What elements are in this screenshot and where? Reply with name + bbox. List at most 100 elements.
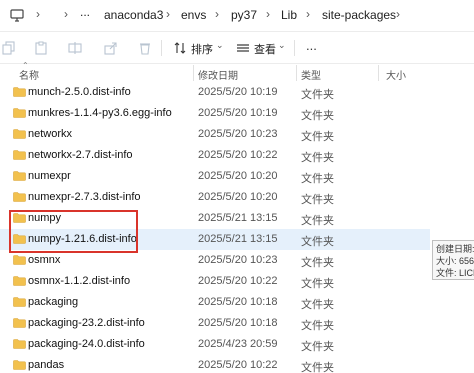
folder-icon xyxy=(13,150,26,160)
column-header-modified[interactable]: 修改日期 xyxy=(198,67,238,82)
file-name: munkres-1.1.4-py3.6.egg-info xyxy=(28,107,172,119)
chevron-right-icon: › xyxy=(36,7,40,21)
file-modified: 2025/5/20 10:22 xyxy=(198,359,278,371)
monitor-icon[interactable] xyxy=(10,9,24,22)
file-modified: 2025/5/20 10:18 xyxy=(198,317,278,329)
list-item[interactable]: packaging-24.0.dist-info 2025/4/23 20:59 文… xyxy=(0,334,430,355)
file-name: osmnx-1.1.2.dist-info xyxy=(28,275,131,287)
list-item[interactable]: numexpr-2.7.3.dist-info 2025/5/20 10:20 文件… xyxy=(0,187,430,208)
file-modified: 2025/5/20 10:20 xyxy=(198,170,278,182)
file-name: pandas xyxy=(28,359,65,371)
file-name: numexpr-2.7.3.dist-info xyxy=(28,191,141,203)
file-modified: 2025/5/20 10:19 xyxy=(198,107,278,119)
tooltip-created: 创建日期: xyxy=(436,244,474,254)
breadcrumb-item-lib[interactable]: Lib xyxy=(281,8,297,22)
file-type: 文件夹 xyxy=(301,362,334,373)
file-type: 文件夹 xyxy=(301,194,334,206)
list-item[interactable]: numexpr 2025/5/20 10:20 文件夹 xyxy=(0,166,430,187)
copy-icon[interactable] xyxy=(2,41,16,55)
view-icon xyxy=(237,44,249,52)
file-type: 文件夹 xyxy=(301,278,334,290)
chevron-right-icon: › xyxy=(396,7,400,21)
file-name: packaging-23.2.dist-info xyxy=(28,317,145,329)
column-divider[interactable] xyxy=(378,65,379,81)
breadcrumb-more[interactable]: ... xyxy=(80,5,90,19)
view-button[interactable]: 查看 xyxy=(254,41,276,57)
folder-icon xyxy=(13,171,26,181)
toolbar-divider xyxy=(161,40,162,56)
file-modified: 2025/5/20 10:23 xyxy=(198,128,278,140)
folder-icon xyxy=(13,339,26,349)
file-type: 文件夹 xyxy=(301,89,334,101)
list-item[interactable]: networkx-2.7.dist-info 2025/5/20 10:22 文件夹 xyxy=(0,145,430,166)
folder-icon xyxy=(13,318,26,328)
breadcrumb-item-anaconda3[interactable]: anaconda3 xyxy=(104,8,163,22)
paste-icon[interactable] xyxy=(34,41,48,55)
file-type: 文件夹 xyxy=(301,152,334,164)
file-name: osmnx xyxy=(28,254,61,266)
tooltip-files: 文件: LICE xyxy=(436,268,474,278)
address-bar: › ... › anaconda3 › envs › py37 › Lib › … xyxy=(0,0,474,32)
chevron-right-icon: › xyxy=(266,7,270,21)
file-type: 文件夹 xyxy=(301,341,334,353)
folder-icon xyxy=(13,192,26,202)
annotation-highlight-box xyxy=(9,210,138,253)
rename-icon[interactable] xyxy=(68,41,82,55)
list-item[interactable]: packaging 2025/5/20 10:18 文件夹 xyxy=(0,292,430,313)
file-name: networkx xyxy=(28,128,73,140)
column-divider[interactable] xyxy=(193,65,194,81)
list-item[interactable]: pandas 2025/5/20 10:22 文件夹 xyxy=(0,355,430,373)
breadcrumb-item-py37[interactable]: py37 xyxy=(231,8,257,22)
more-options-button[interactable]: ... xyxy=(306,38,317,53)
folder-icon xyxy=(13,297,26,307)
folder-icon xyxy=(13,108,26,118)
column-divider[interactable] xyxy=(296,65,297,81)
folder-icon xyxy=(13,255,26,265)
share-icon[interactable] xyxy=(104,41,118,55)
column-header-name[interactable]: 名称 xyxy=(19,67,39,82)
file-modified: 2025/5/20 10:22 xyxy=(198,275,278,287)
file-name: munch-2.5.0.dist-info xyxy=(28,86,131,98)
file-modified: 2025/5/20 10:18 xyxy=(198,296,278,308)
list-item[interactable]: packaging-23.2.dist-info 2025/5/20 10:18 文… xyxy=(0,313,430,334)
folder-icon xyxy=(13,276,26,286)
file-type: 文件夹 xyxy=(301,320,334,332)
folder-icon xyxy=(13,360,26,370)
delete-icon[interactable] xyxy=(138,41,152,55)
list-item[interactable]: osmnx 2025/5/20 10:23 文件夹 xyxy=(0,250,430,271)
file-modified: 2025/5/20 10:20 xyxy=(198,191,278,203)
file-modified: 2025/4/23 20:59 xyxy=(198,338,278,350)
file-type: 文件夹 xyxy=(301,110,334,122)
chevron-down-icon: ⌄ xyxy=(278,40,286,50)
chevron-right-icon: › xyxy=(166,7,170,21)
column-header-row: ⌃ 名称 修改日期 类型 大小 xyxy=(0,61,474,82)
folder-icon xyxy=(13,87,26,97)
sort-icon xyxy=(174,42,186,54)
file-modified: 2025/5/21 13:15 xyxy=(198,212,278,224)
file-modified: 2025/5/21 13:15 xyxy=(198,233,278,245)
breadcrumb-item-site-packages[interactable]: site-packages xyxy=(322,8,396,22)
file-modified: 2025/5/20 10:23 xyxy=(198,254,278,266)
command-bar: 排序 ⌄ 查看 ⌄ ... xyxy=(0,32,474,64)
file-type: 文件夹 xyxy=(301,173,334,185)
file-type: 文件夹 xyxy=(301,299,334,311)
file-type: 文件夹 xyxy=(301,257,334,269)
chevron-right-icon: › xyxy=(64,7,68,21)
column-header-type[interactable]: 类型 xyxy=(301,67,321,82)
chevron-right-icon: › xyxy=(215,7,219,21)
sort-button[interactable]: 排序 xyxy=(191,41,213,57)
list-item[interactable]: munch-2.5.0.dist-info 2025/5/20 10:19 文件夹 xyxy=(0,82,430,103)
file-type: 文件夹 xyxy=(301,236,334,248)
list-item[interactable]: networkx 2025/5/20 10:23 文件夹 xyxy=(0,124,430,145)
folder-icon xyxy=(13,129,26,139)
list-item[interactable]: munkres-1.1.4-py3.6.egg-info 2025/5/20 10… xyxy=(0,103,430,124)
chevron-down-icon: ⌄ xyxy=(216,40,224,50)
tooltip-size: 大小: 656 xyxy=(436,256,474,266)
list-item[interactable]: osmnx-1.1.2.dist-info 2025/5/20 10:22 文件夹 xyxy=(0,271,430,292)
file-tooltip: 创建日期: 大小: 656 文件: LICE xyxy=(432,240,474,280)
file-type: 文件夹 xyxy=(301,131,334,143)
breadcrumb-item-envs[interactable]: envs xyxy=(181,8,206,22)
column-header-size[interactable]: 大小 xyxy=(386,67,406,82)
chevron-right-icon: › xyxy=(306,7,310,21)
toolbar-divider xyxy=(294,40,295,56)
